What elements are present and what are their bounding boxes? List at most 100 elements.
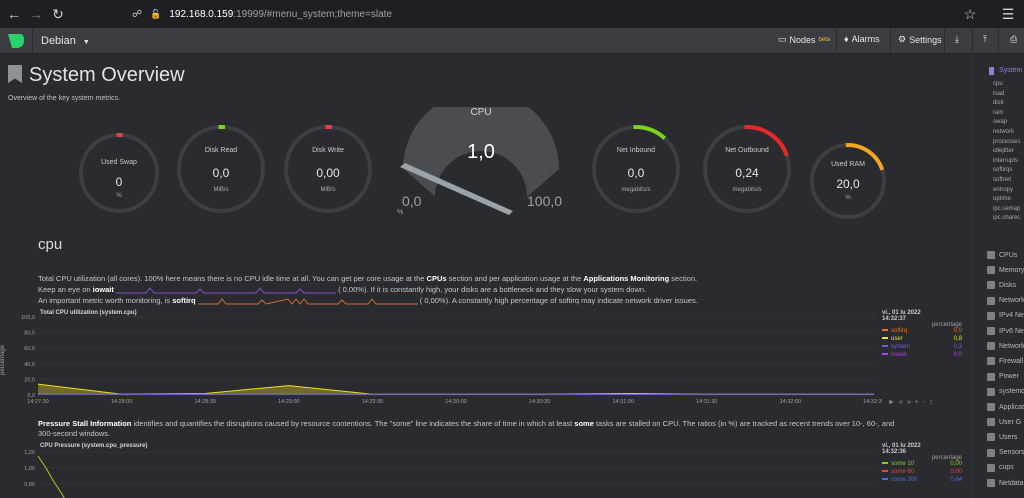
sidebar-section-icon bbox=[987, 403, 995, 411]
back-icon[interactable]: ← bbox=[2, 2, 26, 26]
sidebar-item[interactable]: systemd bbox=[987, 387, 1024, 396]
sidebar-subitem[interactable]: processes bbox=[993, 139, 1020, 145]
legend-swatch bbox=[882, 462, 888, 465]
sidebar-item[interactable]: Sensors bbox=[987, 448, 1024, 457]
gauge-label: Used Swap bbox=[101, 159, 137, 166]
gauge-disk-write[interactable]: Disk Write 0,00 MiB/s bbox=[282, 123, 374, 215]
gauge-label: Net Inbound bbox=[616, 147, 656, 154]
print-button[interactable]: ⎙ bbox=[1010, 34, 1017, 45]
series-line-some bbox=[37, 455, 65, 498]
sidebar-subitem[interactable]: swap bbox=[993, 119, 1007, 125]
sidebar-subitem[interactable]: uptime bbox=[993, 196, 1011, 202]
sidebar-section-icon bbox=[987, 387, 995, 396]
sidebar-subitem[interactable]: ram bbox=[993, 110, 1003, 116]
gauge-disk-read[interactable]: Disk Read 0,0 MiB/s bbox=[175, 123, 267, 215]
legend-row[interactable]: some 10 0,00 bbox=[882, 461, 962, 469]
legend-row[interactable]: some 60 0,00 bbox=[882, 469, 962, 477]
host-selector[interactable]: Debian ▼ bbox=[41, 35, 90, 47]
back-chart-icon[interactable]: « bbox=[899, 399, 907, 406]
legend-row[interactable]: user 0,8 bbox=[882, 336, 962, 344]
sidebar-subitem[interactable]: disk bbox=[993, 100, 1004, 106]
forward-icon[interactable]: → bbox=[24, 2, 48, 26]
settings-button[interactable]: ⚙ Settings bbox=[898, 34, 942, 45]
bell-icon: ♦ bbox=[844, 34, 849, 44]
gauge-net-outbound[interactable]: Net Outbound 0,24 megabits/s bbox=[701, 123, 793, 215]
sidebar-item[interactable]: Netdata bbox=[987, 479, 1024, 487]
netdata-logo-icon[interactable] bbox=[6, 32, 26, 50]
sidebar-item-label: Firewall bbox=[999, 357, 1024, 365]
legend-series-value: 0,0 bbox=[953, 352, 962, 358]
sidebar-subitem[interactable]: interrupts bbox=[993, 158, 1018, 164]
alarms-label: Alarms bbox=[851, 34, 880, 44]
x-tick-label: 14:28:00 bbox=[111, 399, 132, 405]
sidebar-item[interactable]: Power bbox=[987, 372, 1019, 381]
cpu-chart[interactable]: 100,080,060,040,020,00,014:27:30 14:28:00… bbox=[0, 315, 882, 415]
play-icon[interactable]: ► bbox=[888, 399, 899, 406]
legend-series-name: some 10 bbox=[891, 461, 915, 467]
sidebar-subitem[interactable]: ipc.sharec bbox=[993, 215, 1020, 221]
legend-series-name: some 60 bbox=[891, 469, 915, 475]
sidebar-subitem[interactable]: network bbox=[993, 129, 1014, 135]
sidebar-item[interactable]: Disks bbox=[987, 281, 1016, 290]
sidebar-item[interactable]: User G bbox=[987, 418, 1021, 427]
upload-button[interactable]: ⤒ bbox=[983, 34, 987, 45]
menu-icon[interactable]: ☰ bbox=[996, 2, 1020, 26]
sidebar-item[interactable]: Memory bbox=[987, 266, 1024, 275]
sidebar-subitem[interactable]: idlejitter bbox=[993, 148, 1014, 154]
sidebar-item[interactable]: cups bbox=[987, 463, 1014, 472]
legend-series-value: 0,00 bbox=[950, 461, 962, 467]
sidebar-section-icon bbox=[987, 463, 995, 472]
x-tick-label: 14:30:00 bbox=[445, 399, 466, 405]
legend-row[interactable]: softirq 0,0 bbox=[882, 328, 962, 336]
nodes-button[interactable]: ▭ Nodes beta bbox=[778, 34, 830, 45]
download-button[interactable]: ⤓ bbox=[955, 34, 959, 45]
sidebar-subitem[interactable]: ipc.semap bbox=[993, 206, 1020, 212]
sidebar-section-icon bbox=[987, 327, 995, 335]
upload-icon: ⤒ bbox=[983, 34, 987, 44]
legend-row[interactable]: system 0,3 bbox=[882, 344, 962, 352]
applications-link[interactable]: Applications Monitoring bbox=[583, 274, 669, 283]
legend-row[interactable]: some 300 0,64 bbox=[882, 477, 962, 485]
series-line-user bbox=[37, 383, 874, 395]
forward-chart-icon[interactable]: » bbox=[907, 399, 915, 406]
sidebar-subitem[interactable]: entropy bbox=[993, 187, 1013, 193]
cpu-gauge[interactable]: CPU 1,0 0,0 % 100,0 bbox=[395, 91, 567, 217]
sidebar-item-system[interactable]: System bbox=[999, 67, 1022, 74]
sidebar-item[interactable]: IPv4 Ne bbox=[987, 311, 1024, 320]
sidebar-section-icon bbox=[987, 479, 995, 487]
sidebar-subitem[interactable]: softnet bbox=[993, 177, 1011, 183]
address-bar[interactable]: ☍ 🔓 192.168.0.159:19999/#menu_system;the… bbox=[132, 4, 988, 24]
legend-series-name: iowait bbox=[891, 352, 907, 358]
bookmark-star-icon[interactable]: ☆ bbox=[958, 2, 982, 26]
sidebar-item[interactable]: Applicati bbox=[987, 403, 1024, 411]
gauge-net-inbound[interactable]: Net Inbound 0,0 megabits/s bbox=[590, 123, 682, 215]
y-tick-label: 80,0 bbox=[24, 331, 35, 337]
gauge-used-swap[interactable]: Used Swap 0 % bbox=[77, 131, 161, 215]
gauge-label: Disk Write bbox=[312, 147, 344, 154]
beta-badge: beta bbox=[818, 36, 831, 43]
alarms-button[interactable]: ♦ Alarms bbox=[844, 34, 880, 44]
reload-icon[interactable]: ↻ bbox=[46, 2, 70, 26]
sidebar-subitem[interactable]: load bbox=[993, 91, 1004, 97]
sidebar-item[interactable]: Users bbox=[987, 433, 1017, 442]
sidebar-item-label: systemd bbox=[999, 388, 1024, 396]
sidebar-item[interactable]: CPUs bbox=[987, 251, 1017, 259]
sidebar-item[interactable]: Network bbox=[987, 296, 1024, 305]
cpu-chart-legend: vi., 01 lu 2022 14:32:37 percentage soft… bbox=[882, 310, 962, 360]
sidebar-item[interactable]: IPv6 Ne bbox=[987, 327, 1024, 335]
monitor-icon: ▭ bbox=[778, 34, 787, 44]
zoom-in-icon[interactable]: + bbox=[915, 399, 923, 406]
pressure-chart[interactable]: 1,20 1,00 0,80 bbox=[0, 448, 882, 498]
sidebar-section-icon bbox=[987, 311, 995, 320]
sidebar-subitem[interactable]: softirqs bbox=[993, 167, 1012, 173]
sidebar-subitem[interactable]: cpu bbox=[993, 81, 1003, 87]
url-path: :19999/#menu_system;theme=slate bbox=[233, 8, 393, 20]
y-tick-label: 0,80 bbox=[24, 482, 35, 488]
cpus-link[interactable]: CPUs bbox=[427, 274, 447, 283]
gauge-used-ram[interactable]: Used RAM 20,0 % bbox=[808, 141, 888, 221]
sidebar-item[interactable]: Firewall bbox=[987, 357, 1024, 366]
sidebar-section-icon bbox=[987, 372, 995, 381]
legend-row[interactable]: iowait 0,0 bbox=[882, 352, 962, 360]
resize-icon[interactable]: ↕ bbox=[929, 399, 937, 406]
sidebar-item[interactable]: Network bbox=[987, 342, 1024, 351]
